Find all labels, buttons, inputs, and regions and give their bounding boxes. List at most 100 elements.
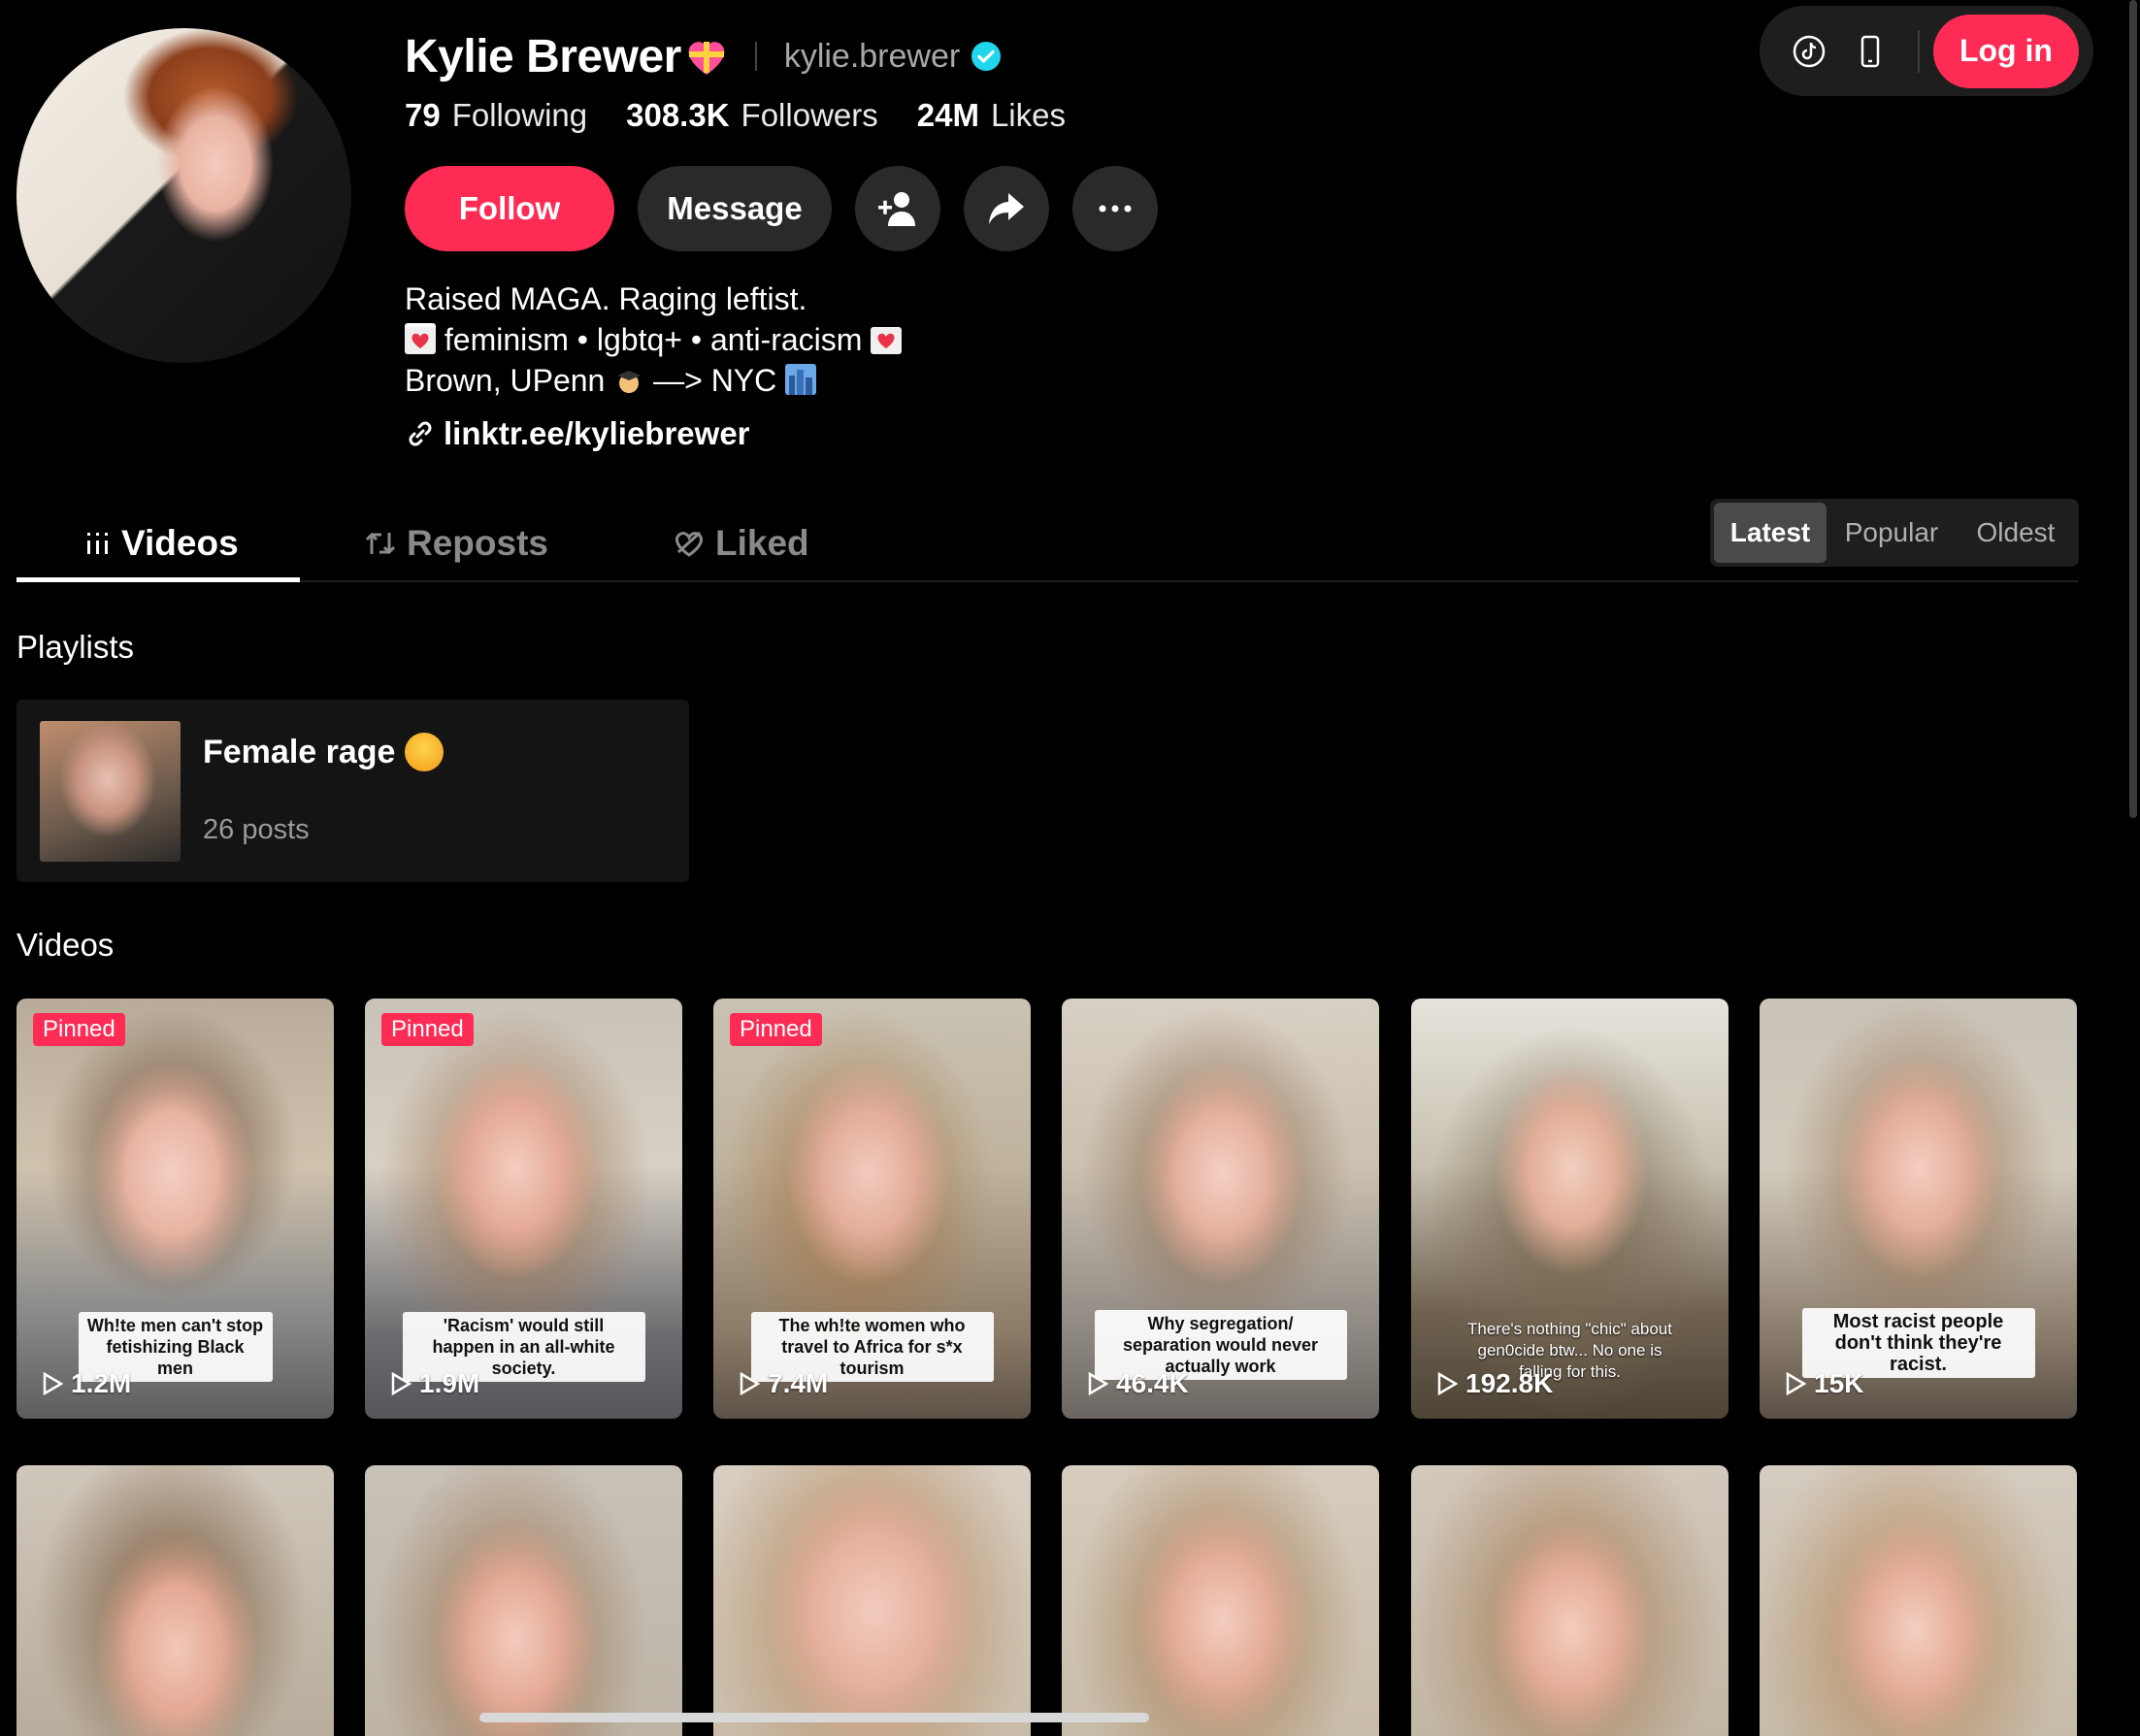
name-separator [754,42,757,71]
profile-link[interactable]: linktr.ee/kyliebrewer [405,415,750,452]
link-text: linktr.ee/kyliebrewer [444,415,750,451]
bio-line: feminism • lgbtq+ • anti-racism [405,319,903,360]
tab-label: Liked [715,523,809,563]
heart-letter-icon [871,323,903,354]
play-icon [43,1372,63,1395]
video-card[interactable] [713,1465,1031,1736]
horizontal-scrollbar[interactable] [479,1713,1149,1722]
view-count-text: 15K [1814,1368,1864,1398]
smiling-hearts-icon [405,733,444,771]
pinned-badge: Pinned [381,1013,474,1046]
profile-name-row: Kylie Brewer kylie.brewer [405,25,1002,87]
login-button[interactable]: Log in [1932,14,2079,88]
tab-reposts[interactable]: Reposts [364,505,548,582]
playlist-thumbnail [40,721,181,862]
video-thumbnail [365,1465,682,1736]
view-count: 15K [1785,1368,1863,1399]
play-icon [1088,1372,1108,1395]
sort-latest[interactable]: Latest [1714,503,1827,563]
tab-label: Videos [121,523,239,563]
add-friend-button[interactable] [855,166,940,251]
video-card[interactable]: Pinned 'Racism' would still happen in an… [365,999,682,1419]
profile-handle: kylie.brewer [783,37,961,75]
video-card[interactable]: Pinned Wh!te men can't stop fetishizing … [16,999,334,1419]
playlists-heading: Playlists [16,629,135,665]
sort-popular[interactable]: Popular [1827,503,1957,563]
stat-value: 308.3K [626,97,730,133]
play-icon [391,1372,412,1395]
stat-likes: 24M Likes [917,97,1066,134]
share-button[interactable] [964,166,1049,251]
play-icon [1437,1372,1458,1395]
grid-icon [87,533,108,554]
student-icon [613,364,644,393]
top-bar: Log in [1760,6,2093,96]
video-card[interactable] [1062,1465,1379,1736]
playlist-title-text: Female rage [203,733,396,770]
more-options-button[interactable] [1072,166,1158,251]
video-card[interactable] [16,1465,334,1736]
more-dots-icon [1099,205,1132,213]
stat-following[interactable]: 79 Following [405,97,587,134]
follow-button[interactable]: Follow [405,166,614,251]
stat-label: Likes [990,97,1066,133]
video-card[interactable]: Pinned The wh!te women who travel to Afr… [713,999,1031,1419]
video-card[interactable] [1760,1465,2077,1736]
heart-letter-icon [405,323,436,354]
liked-heart-icon [675,531,703,557]
video-card[interactable]: There's nothing "chic" about gen0cide bt… [1411,999,1728,1419]
playlist-post-count: 26 posts [203,814,310,845]
play-icon [1786,1372,1806,1395]
playlist-title: Female rage [203,733,444,771]
bio-text: Brown, UPenn [405,363,606,398]
video-thumbnail [1062,1465,1379,1736]
message-button[interactable]: Message [638,166,832,251]
bio-line: Brown, UPenn —> NYC [405,360,902,401]
stat-followers[interactable]: 308.3K Followers [626,97,878,134]
stat-label: Following [451,97,588,133]
video-thumbnail [16,1465,334,1736]
verified-badge-icon [971,42,1002,71]
link-icon [409,421,432,446]
active-tab-indicator [16,577,300,582]
video-card[interactable] [1411,1465,1728,1736]
view-count-text: 1.2M [71,1368,132,1398]
sort-toggle: Latest Popular Oldest [1710,499,2079,567]
stat-value: 24M [916,97,979,133]
view-count: 1.2M [42,1368,131,1399]
video-card[interactable]: Most racist people don't think they're r… [1760,999,2077,1419]
video-thumbnail [1760,1465,2077,1736]
stat-value: 79 [405,97,441,133]
view-count-text: 7.4M [768,1368,829,1398]
share-arrow-icon [989,193,1024,224]
videos-heading: Videos [16,927,115,963]
vertical-scrollbar[interactable] [2129,0,2137,818]
playlist-card[interactable]: Female rage 26 posts [16,700,689,882]
profile-actions: Follow Message [405,166,1181,251]
mobile-icon[interactable] [1850,31,1890,72]
play-icon [740,1372,760,1395]
avatar[interactable] [16,28,351,363]
tiktok-icon[interactable] [1789,31,1828,72]
profile-bio: Raised MAGA. Raging leftist. feminism • … [405,278,903,401]
bio-text: feminism • lgbtq+ • anti-racism [444,322,863,357]
profile-name: Kylie Brewer [405,30,681,82]
stat-label: Followers [741,97,878,133]
heart-gift-icon [688,42,725,75]
repost-icon [365,532,396,555]
view-count: 7.4M [739,1368,828,1399]
video-card[interactable] [365,1465,682,1736]
view-count: 192.8K [1436,1368,1553,1399]
divider [1917,29,1920,73]
view-count-text: 1.9M [419,1368,480,1398]
profile-stats: 79 Following 308.3K Followers 24M Likes [405,97,1104,134]
video-card[interactable]: Why segregation/ separation would never … [1062,999,1379,1419]
sort-oldest[interactable]: Oldest [1957,503,2075,563]
view-count-text: 192.8K [1465,1368,1554,1398]
tab-videos[interactable]: Videos [84,505,239,582]
pinned-badge: Pinned [730,1013,822,1046]
video-thumbnail [713,1465,1031,1736]
add-user-icon [878,192,915,226]
tab-liked[interactable]: Liked [673,505,809,582]
view-count-text: 46.4K [1116,1368,1189,1398]
